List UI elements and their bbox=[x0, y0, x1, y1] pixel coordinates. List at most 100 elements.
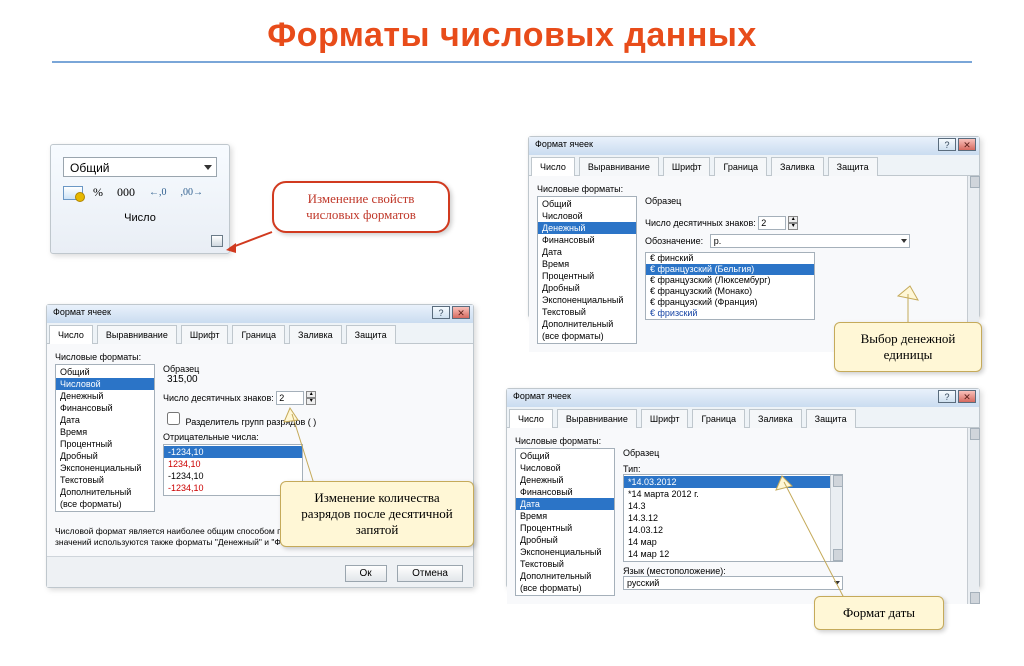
help-button[interactable]: ? bbox=[938, 390, 956, 403]
tab-border[interactable]: Граница bbox=[714, 157, 767, 176]
symbol-combo[interactable]: р. bbox=[710, 234, 910, 248]
list-item[interactable]: Время bbox=[56, 426, 154, 438]
list-item[interactable]: Дополнительный bbox=[538, 318, 636, 330]
ok-button[interactable]: Ок bbox=[345, 565, 387, 582]
tab-border[interactable]: Граница bbox=[232, 325, 285, 344]
thousand-sep-button[interactable]: 000 bbox=[113, 183, 139, 202]
list-item[interactable]: Время bbox=[516, 510, 614, 522]
scrollbar[interactable] bbox=[967, 428, 979, 604]
list-item[interactable]: Дробный bbox=[538, 282, 636, 294]
locale-value: русский bbox=[627, 578, 659, 588]
decimals-spinner[interactable]: ▴▾ bbox=[276, 391, 316, 405]
list-item[interactable]: 1234,10 bbox=[164, 458, 302, 470]
list-item[interactable]: Текстовый bbox=[538, 306, 636, 318]
number-format-combo[interactable]: Общий bbox=[63, 157, 217, 177]
list-item[interactable]: € финский bbox=[646, 253, 814, 264]
list-item[interactable]: Общий bbox=[56, 366, 154, 378]
list-item[interactable]: -1234,10 bbox=[164, 446, 302, 458]
list-item[interactable]: Дробный bbox=[516, 534, 614, 546]
list-item[interactable]: Дата bbox=[516, 498, 614, 510]
number-format-value: Общий bbox=[70, 161, 110, 175]
thousands-checkbox[interactable] bbox=[167, 412, 180, 425]
spinner-down-icon[interactable]: ▾ bbox=[788, 223, 798, 230]
list-item[interactable]: Числовой bbox=[56, 378, 154, 390]
tab-alignment[interactable]: Выравнивание bbox=[97, 325, 177, 344]
decrease-decimal-button[interactable]: ,00→ bbox=[177, 185, 208, 200]
list-item[interactable]: -1234,10 bbox=[164, 470, 302, 482]
list-item[interactable]: € фризский bbox=[646, 308, 814, 319]
decimals-spinner[interactable]: ▴▾ bbox=[758, 216, 798, 230]
list-item[interactable]: Дробный bbox=[56, 450, 154, 462]
close-button[interactable]: ✕ bbox=[958, 138, 976, 151]
list-item[interactable]: € французский (Бельгия) bbox=[646, 264, 814, 275]
spinner-up-icon[interactable]: ▴ bbox=[306, 391, 316, 398]
close-button[interactable]: ✕ bbox=[452, 306, 470, 319]
list-item[interactable]: Дата bbox=[538, 246, 636, 258]
list-item[interactable]: Экспоненциальный bbox=[538, 294, 636, 306]
close-button[interactable]: ✕ bbox=[958, 390, 976, 403]
category-list[interactable]: Общий Числовой Денежный Финансовый Дата … bbox=[537, 196, 637, 344]
list-item[interactable]: Общий bbox=[516, 450, 614, 462]
tab-fill[interactable]: Заливка bbox=[749, 409, 802, 428]
decimals-input[interactable] bbox=[758, 216, 786, 230]
list-item[interactable]: Процентный bbox=[516, 522, 614, 534]
tab-alignment[interactable]: Выравнивание bbox=[579, 157, 659, 176]
list-item[interactable]: Дополнительный bbox=[56, 486, 154, 498]
list-item[interactable]: Числовой bbox=[516, 462, 614, 474]
tab-protection[interactable]: Защита bbox=[828, 157, 878, 176]
list-item[interactable]: € французский (Монако) bbox=[646, 286, 814, 297]
spinner-down-icon[interactable]: ▾ bbox=[306, 398, 316, 405]
tab-protection[interactable]: Защита bbox=[806, 409, 856, 428]
tab-font[interactable]: Шрифт bbox=[663, 157, 711, 176]
list-item[interactable]: € французский (Франция) bbox=[646, 297, 814, 308]
cancel-button[interactable]: Отмена bbox=[397, 565, 463, 582]
sample-value: 315,00 bbox=[167, 374, 465, 385]
help-button[interactable]: ? bbox=[432, 306, 450, 319]
decimals-input[interactable] bbox=[276, 391, 304, 405]
ribbon-group-caption: Число bbox=[57, 212, 223, 224]
category-list[interactable]: Общий Числовой Денежный Финансовый Дата … bbox=[55, 364, 155, 512]
list-item[interactable]: Финансовый bbox=[538, 234, 636, 246]
tab-fill[interactable]: Заливка bbox=[289, 325, 342, 344]
tab-protection[interactable]: Защита bbox=[346, 325, 396, 344]
list-item[interactable]: Финансовый bbox=[56, 402, 154, 414]
list-item[interactable]: Дополнительный bbox=[516, 570, 614, 582]
list-item[interactable]: € французский (Люксембург) bbox=[646, 275, 814, 286]
tab-border[interactable]: Граница bbox=[692, 409, 745, 428]
list-item[interactable]: Процентный bbox=[538, 270, 636, 282]
category-list[interactable]: Общий Числовой Денежный Финансовый Дата … bbox=[515, 448, 615, 596]
help-button[interactable]: ? bbox=[938, 138, 956, 151]
spinner-up-icon[interactable]: ▴ bbox=[788, 216, 798, 223]
list-item[interactable]: (все форматы) bbox=[538, 330, 636, 342]
list-item[interactable]: Числовой bbox=[538, 210, 636, 222]
list-item[interactable]: (все форматы) bbox=[516, 582, 614, 594]
categories-label: Числовые форматы: bbox=[55, 352, 465, 362]
list-item[interactable]: (все форматы) bbox=[56, 498, 154, 510]
list-item[interactable]: Общий bbox=[538, 198, 636, 210]
decimals-label: Число десятичных знаков: bbox=[163, 393, 274, 403]
list-item[interactable]: Денежный bbox=[516, 474, 614, 486]
list-item[interactable]: Процентный bbox=[56, 438, 154, 450]
list-item[interactable]: Финансовый bbox=[516, 486, 614, 498]
tab-number[interactable]: Число bbox=[509, 409, 553, 428]
tab-number[interactable]: Число bbox=[49, 325, 93, 344]
list-item[interactable]: Денежный bbox=[56, 390, 154, 402]
tab-font[interactable]: Шрифт bbox=[641, 409, 689, 428]
list-item[interactable]: Экспоненциальный bbox=[516, 546, 614, 558]
callout-change-props: Изменение свойств числовых форматов bbox=[272, 181, 450, 233]
tab-fill[interactable]: Заливка bbox=[771, 157, 824, 176]
list-item[interactable]: Дата bbox=[56, 414, 154, 426]
tab-font[interactable]: Шрифт bbox=[181, 325, 229, 344]
percent-button[interactable]: % bbox=[89, 183, 107, 202]
list-item[interactable]: Текстовый bbox=[56, 474, 154, 486]
list-item[interactable]: Текстовый bbox=[516, 558, 614, 570]
list-item[interactable]: Экспоненциальный bbox=[56, 462, 154, 474]
tab-number[interactable]: Число bbox=[531, 157, 575, 176]
list-item[interactable]: Время bbox=[538, 258, 636, 270]
list-item[interactable]: Денежный bbox=[538, 222, 636, 234]
currency-icon[interactable] bbox=[63, 186, 83, 200]
dialog-launcher-icon[interactable] bbox=[211, 235, 223, 247]
increase-decimal-button[interactable]: ←,0 bbox=[145, 185, 171, 200]
currency-dropdown-open[interactable]: € финский € французский (Бельгия) € фран… bbox=[645, 252, 815, 320]
tab-alignment[interactable]: Выравнивание bbox=[557, 409, 637, 428]
